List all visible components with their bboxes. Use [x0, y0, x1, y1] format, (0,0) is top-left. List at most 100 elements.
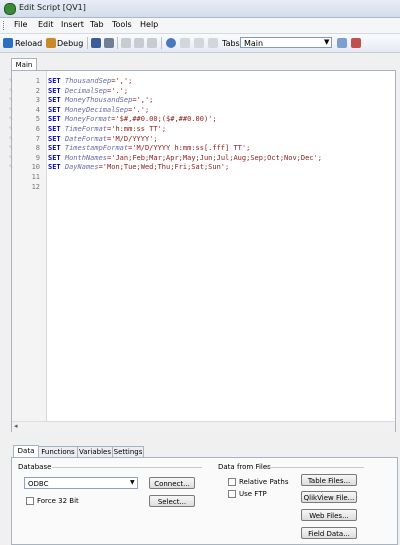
- line-number: 8: [35, 144, 40, 153]
- web-files-button[interactable]: Web Files...: [301, 509, 357, 521]
- print-icon[interactable]: [104, 38, 114, 48]
- code-line[interactable]: ✎ 7 SET DateFormat='M/D/YYYY';: [0, 135, 380, 144]
- chevron-down-icon[interactable]: ▼: [130, 479, 135, 486]
- code-line[interactable]: ✎ 2 SET DecimalSep='.';: [0, 87, 380, 96]
- variable-name: TimestampFormat: [64, 144, 129, 153]
- code-text: SET MonthNames='Jan;Feb;Mar;Apr;May;Jun;…: [48, 154, 322, 163]
- tabs-label: Tabs: [222, 39, 240, 48]
- force-32-bit-checkbox[interactable]: [26, 497, 34, 505]
- line-number: 9: [35, 153, 40, 162]
- menu-file[interactable]: File: [14, 20, 27, 29]
- debug-button[interactable]: Debug: [57, 39, 83, 48]
- qlikview-app-icon: [4, 3, 16, 15]
- paste-icon[interactable]: [147, 38, 157, 48]
- bookmark-icon: ✎: [9, 77, 13, 84]
- menu-edit[interactable]: Edit: [38, 20, 54, 29]
- assigned-value: ='.';: [128, 105, 150, 114]
- connect-button[interactable]: Connect...: [149, 477, 195, 489]
- save-icon[interactable]: [91, 38, 101, 48]
- copy-icon[interactable]: [134, 38, 144, 48]
- variable-name: MonthNames: [64, 153, 108, 162]
- database-group-label: Database: [18, 463, 52, 471]
- keyword: SET: [48, 144, 61, 153]
- code-text: SET MoneyFormat='$#,##0.00;($#,##0.00)';: [48, 115, 217, 124]
- menu-bar: [0, 18, 400, 34]
- code-text: SET DateFormat='M/D/YYYY';: [48, 135, 158, 144]
- menu-tab[interactable]: Tab: [90, 20, 104, 29]
- keyword: SET: [48, 125, 61, 133]
- demote-tab-icon[interactable]: [208, 38, 218, 48]
- menu-tools[interactable]: Tools: [112, 20, 132, 29]
- keyword: SET: [48, 77, 61, 85]
- relative-paths-label: Relative Paths: [239, 478, 289, 486]
- variable-name: ThousandSep: [64, 77, 112, 85]
- code-line[interactable]: ✎ 4 SET MoneyDecimalSep='.';: [0, 106, 380, 115]
- code-line[interactable]: 12: [0, 183, 380, 192]
- chevron-down-icon[interactable]: ▼: [324, 38, 329, 46]
- select-button[interactable]: Select...: [149, 495, 195, 507]
- cut-icon[interactable]: [121, 38, 131, 48]
- menu-help[interactable]: Help: [140, 20, 158, 29]
- qlikview-file-button[interactable]: QlikView File...: [301, 491, 357, 503]
- remove-tab-icon[interactable]: [351, 38, 361, 48]
- menu-insert[interactable]: Insert: [61, 20, 84, 29]
- use-ftp-label: Use FTP: [239, 490, 267, 498]
- promote-tab-icon[interactable]: [194, 38, 204, 48]
- code-line[interactable]: ✎ 5 SET MoneyFormat='$#,##0.00;($#,##0.00)…: [0, 115, 380, 124]
- assigned-value: ='$#,##0.00;($#,##0.00)';: [111, 115, 217, 124]
- toolbar-separator: [87, 37, 88, 49]
- reload-icon[interactable]: [3, 38, 13, 48]
- bookmark-icon: ✎: [9, 105, 13, 113]
- keyword: SET: [48, 105, 61, 114]
- assigned-value: ='Mon;Tue;Wed;Thu;Fri;Sat;Sun';: [98, 163, 230, 172]
- code-line[interactable]: 11: [0, 173, 380, 182]
- assigned-value: ='.';: [107, 86, 129, 95]
- code-line[interactable]: ✎ 9 SET MonthNames='Jan;Feb;Mar;Apr;May;Ju…: [0, 154, 380, 163]
- relative-paths-checkbox[interactable]: [228, 478, 236, 486]
- line-number: 5: [35, 115, 40, 124]
- horizontal-scrollbar[interactable]: [12, 421, 395, 432]
- variable-name: DayNames: [64, 163, 99, 172]
- assigned-value: ='M/D/YYYY h:mm:ss[.fff] TT';: [128, 144, 251, 153]
- bookmark-icon: ✎: [9, 144, 13, 152]
- divider: [264, 467, 364, 468]
- code-text: SET TimestampFormat='M/D/YYYY h:mm:ss[.f…: [48, 144, 250, 153]
- toolbar-separator: [161, 37, 162, 49]
- bookmark-icon: ✎: [9, 86, 13, 94]
- debug-icon[interactable]: [46, 38, 56, 48]
- assigned-value: ='h:mm:ss TT';: [107, 125, 167, 133]
- scroll-left-icon[interactable]: ◂: [14, 422, 18, 430]
- table-files-button[interactable]: Table Files...: [301, 474, 357, 486]
- code-text: SET DecimalSep='.';: [48, 87, 128, 96]
- variable-name: DecimalSep: [64, 86, 108, 95]
- menu-grip: [3, 21, 6, 30]
- code-line[interactable]: ✎ 3 SET MoneyThousandSep=',';: [0, 96, 380, 105]
- assigned-value: ='Jan;Feb;Mar;Apr;May;Jun;Jul;Aug;Sep;Oc…: [107, 153, 322, 162]
- code-line[interactable]: ✎ 10 SET DayNames='Mon;Tue;Wed;Thu;Fri;Sat…: [0, 163, 380, 172]
- window-title: Edit Script [QV1]: [19, 3, 86, 12]
- reload-button[interactable]: Reload: [15, 39, 42, 48]
- add-tab-icon[interactable]: [180, 38, 190, 48]
- tab-select[interactable]: Main: [240, 37, 332, 48]
- code-line[interactable]: ✎ 6 SET TimeFormat='h:mm:ss TT';: [0, 125, 380, 134]
- find-icon[interactable]: [166, 38, 176, 48]
- bookmark-icon: ✎: [9, 153, 13, 161]
- code-text: SET DayNames='Mon;Tue;Wed;Thu;Fri;Sat;Su…: [48, 163, 229, 172]
- code-line[interactable]: ✎ 1 SET ThousandSep=',';: [0, 77, 380, 86]
- bookmark-icon: ✎: [9, 115, 13, 123]
- code-text: SET TimeFormat='h:mm:ss TT';: [48, 125, 166, 134]
- toolbar-separator: [117, 37, 118, 49]
- database-select[interactable]: ODBC: [24, 477, 138, 489]
- code-line[interactable]: ✎ 8 SET TimestampFormat='M/D/YYYY h:mm:ss[…: [0, 144, 380, 153]
- assigned-value: ='M/D/YYYY';: [107, 134, 158, 143]
- code-text: SET ThousandSep=',';: [48, 77, 132, 86]
- divider: [52, 467, 202, 468]
- field-data-button[interactable]: Field Data...: [301, 527, 357, 539]
- line-number: 6: [35, 125, 40, 133]
- keyword: SET: [48, 134, 61, 143]
- assigned-value: =',';: [132, 96, 154, 105]
- goto-tab-icon[interactable]: [337, 38, 347, 48]
- files-group-label: Data from Files: [218, 463, 271, 471]
- use-ftp-checkbox[interactable]: [228, 490, 236, 498]
- line-number: 12: [31, 182, 40, 191]
